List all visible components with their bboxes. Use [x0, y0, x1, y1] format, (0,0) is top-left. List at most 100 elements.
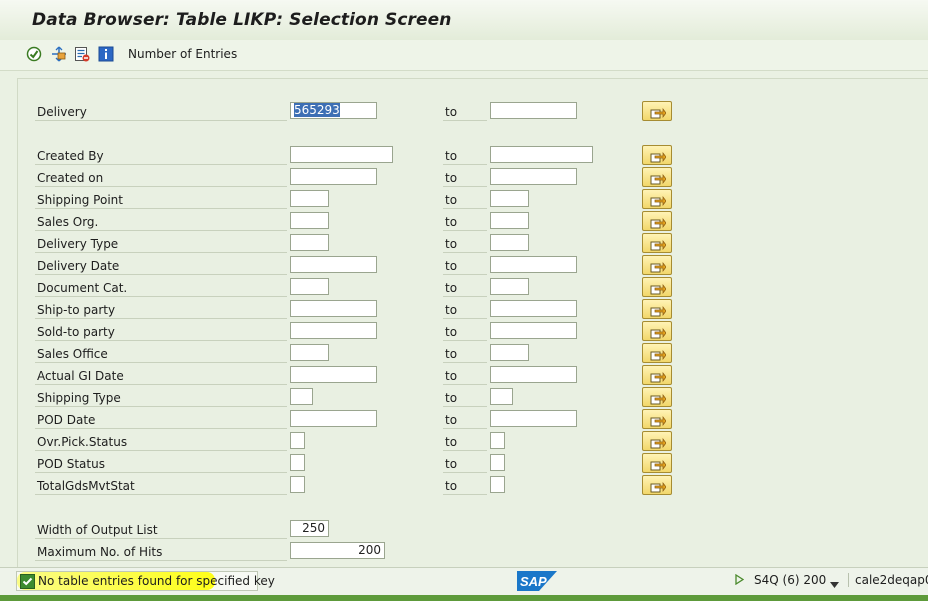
document-cat-to-field[interactable]	[490, 278, 529, 295]
ship-to-party-to-label: to	[443, 302, 487, 319]
execute-icon[interactable]	[26, 46, 42, 62]
ship-to-party-multiple-selection-button[interactable]	[642, 299, 672, 319]
pod-status-to-field[interactable]	[490, 454, 505, 471]
actual-gi-date-label: Actual GI Date	[35, 368, 287, 385]
multiple-selection-icon	[650, 217, 666, 229]
choose-icon[interactable]	[51, 46, 67, 62]
total-gds-mvt-stat-label: TotalGdsMvtStat	[35, 478, 287, 495]
number-of-entries-button[interactable]: Number of Entries	[128, 47, 237, 61]
delete-selections-icon[interactable]	[74, 46, 90, 62]
ship-to-party-to-field[interactable]	[490, 300, 577, 317]
shipping-point-label: Shipping Point	[35, 192, 287, 209]
sales-office-to-label: to	[443, 346, 487, 363]
delivery-date-to-field[interactable]	[490, 256, 577, 273]
success-check-icon	[20, 574, 35, 589]
application-toolbar: Number of Entries	[0, 40, 928, 71]
delivery-date-label: Delivery Date	[35, 258, 287, 275]
multiple-selection-icon	[650, 283, 666, 295]
title-bar: Data Browser: Table LIKP: Selection Scre…	[0, 0, 928, 40]
status-message-box[interactable]: No table entries found for specified key	[16, 571, 275, 591]
multiple-selection-icon	[650, 151, 666, 163]
actual-gi-date-to-field[interactable]	[490, 366, 577, 383]
maximum-no-of-hits-label: Maximum No. of Hits	[35, 544, 287, 561]
maximum-no-of-hits-field[interactable]: 200	[290, 542, 385, 559]
shipping-point-to-label: to	[443, 192, 487, 209]
created-by-to-field[interactable]	[490, 146, 593, 163]
delivery-multiple-selection-button[interactable]	[642, 101, 672, 121]
created-by-label: Created By	[35, 148, 287, 165]
multiple-selection-icon	[650, 239, 666, 251]
ovr-pick-status-multiple-selection-button[interactable]	[642, 431, 672, 451]
shipping-point-multiple-selection-button[interactable]	[642, 189, 672, 209]
shipping-type-to-field[interactable]	[490, 388, 513, 405]
sold-to-party-from-field[interactable]	[290, 322, 377, 339]
width-of-output-list-field[interactable]: 250	[290, 520, 329, 537]
pod-date-to-field[interactable]	[490, 410, 577, 427]
sold-to-party-to-field[interactable]	[490, 322, 577, 339]
created-by-multiple-selection-button[interactable]	[642, 145, 672, 165]
delivery-label: Delivery	[35, 104, 287, 121]
ovr-pick-status-from-field[interactable]	[290, 432, 305, 449]
play-icon[interactable]	[735, 573, 745, 588]
delivery-date-multiple-selection-button[interactable]	[642, 255, 672, 275]
sales-office-from-field[interactable]	[290, 344, 329, 361]
created-on-multiple-selection-button[interactable]	[642, 167, 672, 187]
pod-status-from-field[interactable]	[290, 454, 305, 471]
delivery-to-field[interactable]	[490, 102, 577, 119]
sap-logo: SAP	[517, 571, 557, 591]
delivery-type-multiple-selection-button[interactable]	[642, 233, 672, 253]
shipping-type-to-label: to	[443, 390, 487, 407]
total-gds-mvt-stat-to-field[interactable]	[490, 476, 505, 493]
document-cat-from-field[interactable]	[290, 278, 329, 295]
ship-to-party-from-field[interactable]	[290, 300, 377, 317]
actual-gi-date-from-field[interactable]	[290, 366, 377, 383]
multiple-selection-icon	[650, 173, 666, 185]
pod-date-multiple-selection-button[interactable]	[642, 409, 672, 429]
document-cat-label: Document Cat.	[35, 280, 287, 297]
page-title: Data Browser: Table LIKP: Selection Scre…	[32, 10, 452, 30]
sales-office-multiple-selection-button[interactable]	[642, 343, 672, 363]
delivery-from-field[interactable]: 565293	[290, 102, 377, 119]
info-icon[interactable]	[98, 46, 114, 62]
chevron-down-icon[interactable]	[830, 577, 839, 591]
shipping-point-to-field[interactable]	[490, 190, 529, 207]
actual-gi-date-multiple-selection-button[interactable]	[642, 365, 672, 385]
shipping-type-multiple-selection-button[interactable]	[642, 387, 672, 407]
delivery-type-label: Delivery Type	[35, 236, 287, 253]
delivery-date-from-field[interactable]	[290, 256, 377, 273]
sales-org-from-field[interactable]	[290, 212, 329, 229]
sold-to-party-to-label: to	[443, 324, 487, 341]
shipping-type-label: Shipping Type	[35, 390, 287, 407]
host-name: cale2deqap01	[848, 573, 928, 587]
multiple-selection-icon	[650, 415, 666, 427]
multiple-selection-icon	[650, 261, 666, 273]
multiple-selection-icon	[650, 393, 666, 405]
delivery-type-to-label: to	[443, 236, 487, 253]
created-on-from-field[interactable]	[290, 168, 377, 185]
created-on-to-field[interactable]	[490, 168, 577, 185]
sold-to-party-label: Sold-to party	[35, 324, 287, 341]
created-by-from-field[interactable]	[290, 146, 393, 163]
ovr-pick-status-to-field[interactable]	[490, 432, 505, 449]
shipping-point-from-field[interactable]	[290, 190, 329, 207]
document-cat-multiple-selection-button[interactable]	[642, 277, 672, 297]
sold-to-party-multiple-selection-button[interactable]	[642, 321, 672, 341]
shipping-type-from-field[interactable]	[290, 388, 313, 405]
delivery-type-to-field[interactable]	[490, 234, 529, 251]
total-gds-mvt-stat-from-field[interactable]	[290, 476, 305, 493]
sales-org-to-field[interactable]	[490, 212, 529, 229]
sales-org-multiple-selection-button[interactable]	[642, 211, 672, 231]
system-info: S4Q (6) 200	[754, 573, 827, 587]
ovr-pick-status-to-label: to	[443, 434, 487, 451]
delivery-type-from-field[interactable]	[290, 234, 329, 251]
pod-status-multiple-selection-button[interactable]	[642, 453, 672, 473]
pod-date-from-field[interactable]	[290, 410, 377, 427]
multiple-selection-icon	[650, 481, 666, 493]
ovr-pick-status-label: Ovr.Pick.Status	[35, 434, 287, 451]
bottom-border	[0, 595, 928, 601]
total-gds-mvt-stat-multiple-selection-button[interactable]	[642, 475, 672, 495]
delivery-date-to-label: to	[443, 258, 487, 275]
sap-logo-text: SAP	[520, 574, 547, 589]
total-gds-mvt-stat-to-label: to	[443, 478, 487, 495]
sales-office-to-field[interactable]	[490, 344, 529, 361]
